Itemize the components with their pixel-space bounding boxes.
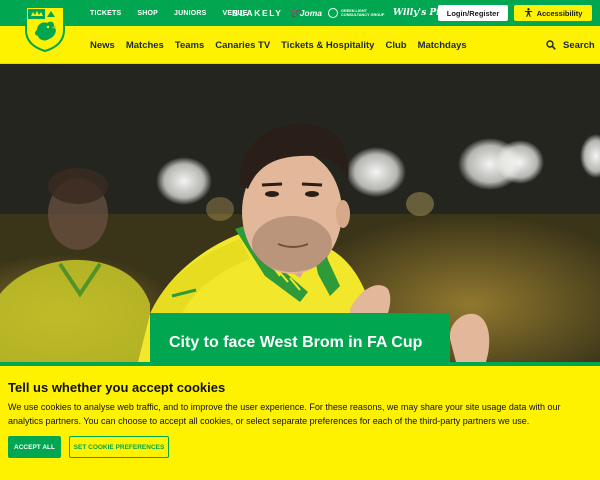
cookie-title: Tell us whether you accept cookies bbox=[8, 380, 226, 395]
top-link-juniors[interactable]: JUNIORS bbox=[174, 10, 207, 17]
cookie-banner: Tell us whether you accept cookies We us… bbox=[0, 362, 600, 480]
nav-item-teams[interactable]: Teams bbox=[175, 40, 204, 51]
nav-items: News Matches Teams Canaries TV Tickets &… bbox=[90, 26, 478, 64]
login-register-button[interactable]: Login/Register bbox=[438, 5, 508, 21]
search-label: Search bbox=[563, 39, 595, 51]
accessibility-icon bbox=[524, 7, 533, 19]
hero-headline[interactable]: City to face West Brom in FA Cup bbox=[169, 334, 422, 352]
green-light-line2: CONSULTANCY GROUP bbox=[341, 13, 385, 17]
joma-text: Joma bbox=[299, 7, 322, 18]
accessibility-button[interactable]: Accessibility bbox=[514, 5, 592, 21]
nav-item-matchdays[interactable]: Matchdays bbox=[418, 40, 467, 51]
cookie-body: We use cookies to analyse web traffic, a… bbox=[8, 402, 561, 426]
nav-item-canaries-tv[interactable]: Canaries TV bbox=[215, 40, 270, 51]
nav-item-matches[interactable]: Matches bbox=[126, 40, 164, 51]
main-navigation: News Matches Teams Canaries TV Tickets &… bbox=[0, 26, 600, 64]
search-button[interactable]: Search bbox=[546, 26, 595, 64]
sponsor-logos: BLAKELY ➰Joma GREEN LIGHT CONSULTANCY GR… bbox=[232, 0, 450, 26]
top-link-tickets[interactable]: TICKETS bbox=[90, 10, 121, 17]
green-light-text: GREEN LIGHT CONSULTANCY GROUP bbox=[341, 9, 385, 18]
joma-mark-icon: ➰ bbox=[288, 7, 300, 18]
green-light-icon bbox=[328, 8, 338, 18]
sponsor-joma-logo[interactable]: ➰Joma bbox=[289, 8, 322, 19]
top-bar: TICKETS SHOP JUNIORS VENUE BLAKELY ➰Joma… bbox=[0, 0, 600, 26]
nav-item-club[interactable]: Club bbox=[385, 40, 406, 51]
club-crest-logo[interactable] bbox=[25, 6, 65, 53]
accessibility-label: Accessibility bbox=[536, 8, 583, 18]
search-icon bbox=[546, 40, 556, 50]
green-light-line1: GREEN LIGHT bbox=[341, 8, 367, 13]
set-cookie-preferences-button[interactable]: SET COOKIE PREFERENCES bbox=[69, 436, 169, 458]
nav-item-tickets-hospitality[interactable]: Tickets & Hospitality bbox=[281, 40, 374, 51]
nav-item-news[interactable]: News bbox=[90, 40, 115, 51]
top-link-shop[interactable]: SHOP bbox=[137, 10, 158, 17]
sponsor-green-light-logo[interactable]: GREEN LIGHT CONSULTANCY GROUP bbox=[328, 8, 385, 18]
accept-all-cookies-button[interactable]: ACCEPT ALL bbox=[8, 436, 61, 458]
sponsor-blakely-logo[interactable]: BLAKELY bbox=[232, 8, 283, 18]
